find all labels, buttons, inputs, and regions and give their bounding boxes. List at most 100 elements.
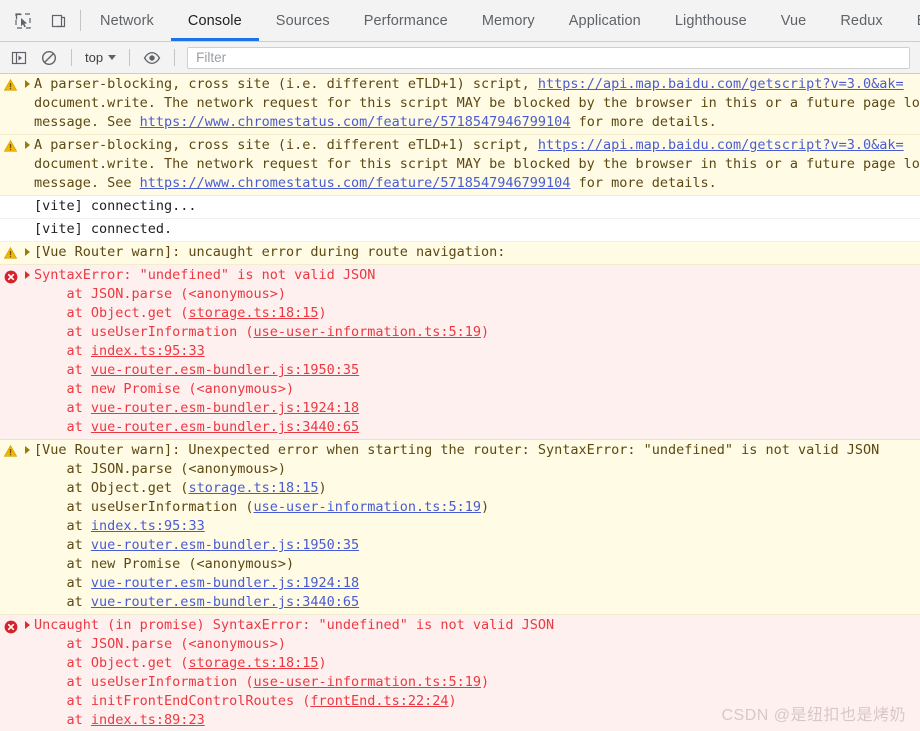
- text-segment: at Object.get (: [34, 305, 189, 321]
- source-link[interactable]: https://api.map.baidu.com/getscript?v=3.…: [538, 137, 904, 153]
- console-message-warning[interactable]: [Vue Router warn]: Unexpected error when…: [0, 440, 920, 615]
- tab-label: Lighthouse: [674, 12, 747, 29]
- warning-triangle-icon: [4, 79, 17, 91]
- source-link[interactable]: vue-router.esm-bundler.js:1950:35: [91, 362, 359, 378]
- tab-label: Redux: [840, 12, 883, 29]
- expand-triangle-icon[interactable]: [21, 136, 34, 149]
- tab-memory[interactable]: Memory: [465, 0, 552, 41]
- text-segment: at JSON.parse (<anonymous>): [34, 461, 286, 477]
- source-link[interactable]: use-user-information.ts:5:19: [253, 324, 481, 340]
- text-segment: document.write. The network request for …: [34, 95, 920, 111]
- text-segment: Uncaught (in promise) SyntaxError: "unde…: [34, 617, 555, 633]
- console-message-line: A parser-blocking, cross site (i.e. diff…: [34, 136, 918, 155]
- source-link[interactable]: https://www.chromestatus.com/feature/571…: [140, 175, 571, 191]
- console-message-line: A parser-blocking, cross site (i.e. diff…: [34, 75, 918, 94]
- console-message-level-icon: [0, 441, 21, 457]
- expand-triangle-icon[interactable]: [21, 441, 34, 454]
- source-link[interactable]: use-user-information.ts:5:19: [253, 674, 481, 690]
- tab-elements[interactable]: Element: [900, 0, 920, 41]
- expand-triangle-icon[interactable]: [21, 616, 34, 629]
- console-message-indent: [21, 220, 34, 225]
- text-segment: at Object.get (: [34, 655, 189, 671]
- console-message-line: at vue-router.esm-bundler.js:3440:65: [34, 418, 918, 437]
- inspect-element-icon[interactable]: [10, 8, 36, 34]
- source-link[interactable]: https://api.map.baidu.com/getscript?v=3.…: [538, 76, 904, 92]
- tab-label: Sources: [275, 12, 330, 29]
- console-message-text: A parser-blocking, cross site (i.e. diff…: [34, 75, 920, 132]
- text-segment: at new Promise (<anonymous>): [34, 381, 295, 397]
- tab-console[interactable]: Console: [170, 0, 259, 41]
- text-segment: message. See: [34, 114, 140, 130]
- text-segment: at: [34, 362, 91, 378]
- source-link[interactable]: vue-router.esm-bundler.js:3440:65: [91, 594, 359, 610]
- console-message-line: Uncaught (in promise) SyntaxError: "unde…: [34, 616, 918, 635]
- console-message-level-icon: [0, 266, 21, 284]
- console-message-level-icon: [0, 243, 21, 259]
- source-link[interactable]: vue-router.esm-bundler.js:1924:18: [91, 400, 359, 416]
- console-message-warning[interactable]: A parser-blocking, cross site (i.e. diff…: [0, 135, 920, 196]
- console-message-line: [Vue Router warn]: uncaught error during…: [34, 243, 918, 262]
- tab-label: Vue: [780, 12, 807, 29]
- clear-console-icon[interactable]: [36, 46, 62, 70]
- console-message-error[interactable]: SyntaxError: "undefined" is not valid JS…: [0, 265, 920, 440]
- console-message-line: at initFrontEndControlRoutes (frontEnd.t…: [34, 692, 918, 711]
- console-message-warning[interactable]: [Vue Router warn]: uncaught error during…: [0, 242, 920, 265]
- console-message-line: document.write. The network request for …: [34, 155, 920, 174]
- source-link[interactable]: storage.ts:18:15: [188, 305, 318, 321]
- triangle-right-icon: [25, 446, 30, 454]
- source-link[interactable]: index.ts:95:33: [91, 343, 205, 359]
- console-message-text: [vite] connected.: [34, 220, 920, 239]
- expand-triangle-icon[interactable]: [21, 243, 34, 256]
- triangle-right-icon: [25, 80, 30, 88]
- console-message-line: at new Promise (<anonymous>): [34, 380, 918, 399]
- console-message-level-icon: [0, 616, 21, 634]
- tab-sources[interactable]: Sources: [259, 0, 347, 41]
- console-message-info[interactable]: [vite] connected.: [0, 219, 920, 242]
- source-link[interactable]: index.ts:95:33: [91, 518, 205, 534]
- triangle-right-icon: [25, 141, 30, 149]
- console-message-line: at Object.get (storage.ts:18:15): [34, 479, 918, 498]
- console-message-list[interactable]: A parser-blocking, cross site (i.e. diff…: [0, 74, 920, 731]
- source-link[interactable]: storage.ts:18:15: [188, 480, 318, 496]
- source-link[interactable]: storage.ts:18:15: [188, 655, 318, 671]
- show-console-sidebar-icon[interactable]: [6, 46, 32, 70]
- triangle-right-icon: [25, 271, 30, 279]
- tab-vue[interactable]: Vue: [764, 0, 824, 41]
- console-message-line: at vue-router.esm-bundler.js:1924:18: [34, 399, 918, 418]
- console-message-error[interactable]: Uncaught (in promise) SyntaxError: "unde…: [0, 615, 920, 731]
- expand-triangle-icon[interactable]: [21, 75, 34, 88]
- tab-application[interactable]: Application: [552, 0, 658, 41]
- console-message-text: [Vue Router warn]: uncaught error during…: [34, 243, 920, 262]
- source-link[interactable]: frontEnd.ts:22:24: [310, 693, 448, 709]
- text-segment: [vite] connected.: [34, 221, 173, 237]
- console-message-gutter: [0, 220, 21, 224]
- source-link[interactable]: vue-router.esm-bundler.js:3440:65: [91, 419, 359, 435]
- tab-label: Console: [187, 12, 242, 29]
- source-link[interactable]: use-user-information.ts:5:19: [253, 499, 481, 515]
- tab-redux[interactable]: Redux: [823, 0, 899, 41]
- expand-triangle-icon[interactable]: [21, 266, 34, 279]
- devtools-window: Network Console Sources Performance Memo…: [0, 0, 920, 731]
- device-toolbar-icon[interactable]: [46, 8, 72, 34]
- console-message-line: message. See https://www.chromestatus.co…: [34, 174, 918, 193]
- source-link[interactable]: https://www.chromestatus.com/feature/571…: [140, 114, 571, 130]
- console-message-line: at vue-router.esm-bundler.js:3440:65: [34, 593, 918, 612]
- text-segment: for more details.: [570, 175, 717, 191]
- tab-lighthouse[interactable]: Lighthouse: [658, 0, 764, 41]
- console-message-line: at JSON.parse (<anonymous>): [34, 460, 918, 479]
- console-message-line: at vue-router.esm-bundler.js:1924:18: [34, 574, 918, 593]
- source-link[interactable]: vue-router.esm-bundler.js:1924:18: [91, 575, 359, 591]
- text-segment: at Object.get (: [34, 480, 189, 496]
- text-segment: at: [34, 594, 91, 610]
- console-message-warning[interactable]: A parser-blocking, cross site (i.e. diff…: [0, 74, 920, 135]
- source-link[interactable]: vue-router.esm-bundler.js:1950:35: [91, 537, 359, 553]
- devtools-panel-tabs: Network Console Sources Performance Memo…: [83, 0, 920, 41]
- source-link[interactable]: index.ts:89:23: [91, 712, 205, 728]
- console-message-info[interactable]: [vite] connecting...: [0, 196, 920, 219]
- tab-network[interactable]: Network: [83, 0, 171, 41]
- live-expression-eye-icon[interactable]: [139, 46, 165, 70]
- filter-input[interactable]: Filter: [187, 46, 910, 69]
- text-segment: at: [34, 537, 91, 553]
- tab-performance[interactable]: Performance: [347, 0, 465, 41]
- execution-context-selector[interactable]: top: [81, 48, 120, 67]
